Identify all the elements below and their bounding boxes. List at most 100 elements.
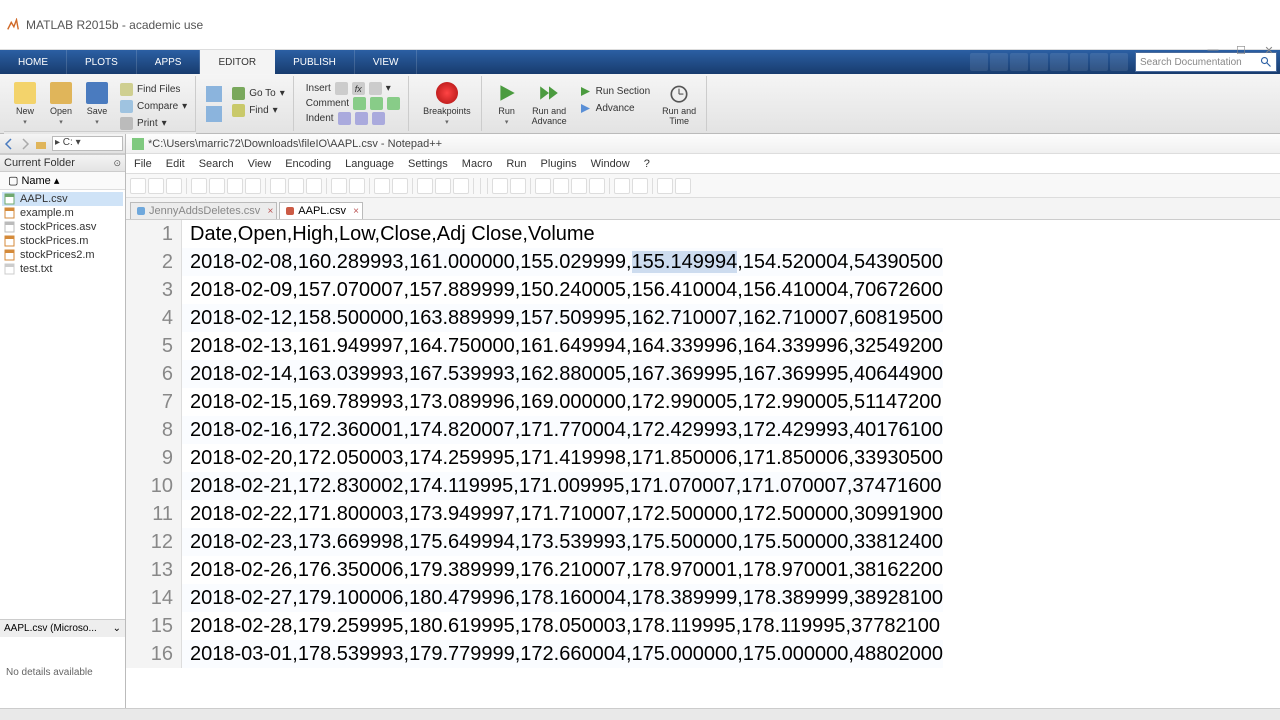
maximize-button[interactable]: ☐ xyxy=(1234,44,1248,57)
run-button[interactable]: Run▾ xyxy=(492,80,522,128)
menu-language[interactable]: Language xyxy=(345,158,394,170)
toolbar-icon[interactable] xyxy=(270,178,286,194)
tab-apps[interactable]: APPS xyxy=(137,50,201,74)
toolbar-icon[interactable] xyxy=(614,178,630,194)
toolbar-icon[interactable] xyxy=(166,178,182,194)
print-button[interactable]: Print ▾ xyxy=(118,116,189,131)
editor-line[interactable]: 22018-02-08,160.289993,161.000000,155.02… xyxy=(126,248,1280,276)
tab-view[interactable]: VIEW xyxy=(355,50,418,74)
toolbar-icon[interactable] xyxy=(510,178,526,194)
editor-line[interactable]: 42018-02-12,158.500000,163.889999,157.50… xyxy=(126,304,1280,332)
tab-editor[interactable]: EDITOR xyxy=(200,50,275,74)
menu-plugins[interactable]: Plugins xyxy=(541,158,577,170)
tab-close-icon[interactable]: × xyxy=(267,206,273,217)
qat-icon[interactable] xyxy=(970,53,988,71)
back-icon[interactable] xyxy=(2,137,16,151)
toolbar-icon[interactable] xyxy=(331,178,347,194)
editor-line[interactable]: 1Date,Open,High,Low,Close,Adj Close,Volu… xyxy=(126,220,1280,248)
file-item[interactable]: AAPL.csv xyxy=(2,192,123,206)
qat-icon[interactable] xyxy=(1010,53,1028,71)
find-button[interactable]: Find ▾ xyxy=(230,103,287,118)
tab-home[interactable]: HOME xyxy=(0,50,67,74)
tab-plots[interactable]: PLOTS xyxy=(67,50,137,74)
current-folder-header[interactable]: Current Folder⊙ xyxy=(0,154,125,172)
new-button[interactable]: New▾ xyxy=(10,80,40,128)
tab-publish[interactable]: PUBLISH xyxy=(275,50,355,74)
advance-button[interactable]: Advance xyxy=(577,101,652,116)
menu-settings[interactable]: Settings xyxy=(408,158,448,170)
file-item[interactable]: stockPrices2.m xyxy=(2,248,123,262)
toolbar-icon[interactable] xyxy=(675,178,691,194)
editor-line[interactable]: 32018-02-09,157.070007,157.889999,150.24… xyxy=(126,276,1280,304)
menu-window[interactable]: Window xyxy=(591,158,630,170)
save-button[interactable]: Save▾ xyxy=(82,80,112,128)
insert-button[interactable]: Insert fx▾ xyxy=(304,81,393,96)
toolbar-icon[interactable] xyxy=(245,178,261,194)
run-and-time-button[interactable]: Run and Time xyxy=(658,80,700,128)
run-section-button[interactable]: Run Section xyxy=(577,84,652,99)
menu-view[interactable]: View xyxy=(248,158,272,170)
toolbar-icon[interactable] xyxy=(392,178,408,194)
toolbar-icon[interactable] xyxy=(227,178,243,194)
toolbar-icon[interactable] xyxy=(589,178,605,194)
toolbar-icon[interactable] xyxy=(209,178,225,194)
editor-line[interactable]: 112018-02-22,171.800003,173.949997,171.7… xyxy=(126,500,1280,528)
qat-icon[interactable] xyxy=(1030,53,1048,71)
editor-line[interactable]: 102018-02-21,172.830002,174.119995,171.0… xyxy=(126,472,1280,500)
compare-button[interactable]: Compare ▾ xyxy=(118,99,189,114)
forward-icon[interactable] xyxy=(18,137,32,151)
menu-edit[interactable]: Edit xyxy=(166,158,185,170)
editor-line[interactable]: 142018-02-27,179.100006,180.479996,178.1… xyxy=(126,584,1280,612)
file-item[interactable]: example.m xyxy=(2,206,123,220)
toolbar-icon[interactable] xyxy=(349,178,365,194)
toolbar-icon[interactable] xyxy=(417,178,433,194)
qat-icon[interactable] xyxy=(990,53,1008,71)
editor-line[interactable]: 132018-02-26,176.350006,179.389999,176.2… xyxy=(126,556,1280,584)
run-and-advance-button[interactable]: Run and Advance xyxy=(528,80,571,128)
editor-line[interactable]: 82018-02-16,172.360001,174.820007,171.77… xyxy=(126,416,1280,444)
open-button[interactable]: Open▾ xyxy=(46,80,76,128)
menu-run[interactable]: Run xyxy=(506,158,526,170)
minimize-button[interactable]: — xyxy=(1206,44,1220,57)
menu-?[interactable]: ? xyxy=(644,158,650,170)
toolbar-icon[interactable] xyxy=(148,178,164,194)
menu-encoding[interactable]: Encoding xyxy=(285,158,331,170)
name-column-header[interactable]: ▢ Name ▴ xyxy=(0,172,125,190)
toolbar-icon[interactable] xyxy=(492,178,508,194)
toolbar-icon[interactable] xyxy=(288,178,304,194)
comment-button[interactable]: Comment xyxy=(304,96,402,111)
address-bar[interactable]: ▸ C: ▾ xyxy=(0,134,125,154)
menu-macro[interactable]: Macro xyxy=(462,158,493,170)
nav-fwd-icon[interactable] xyxy=(206,106,222,122)
editor-line[interactable]: 152018-02-28,179.259995,180.619995,178.0… xyxy=(126,612,1280,640)
qat-icon[interactable] xyxy=(1090,53,1108,71)
tab-close-icon[interactable]: × xyxy=(353,206,359,217)
qat-icon[interactable] xyxy=(1070,53,1088,71)
toolbar-icon[interactable] xyxy=(453,178,469,194)
find-files-button[interactable]: Find Files xyxy=(118,82,189,97)
toolbar-icon[interactable] xyxy=(571,178,587,194)
panel-collapse-icon[interactable]: ⊙ xyxy=(113,158,121,169)
file-item[interactable]: test.txt xyxy=(2,262,123,276)
toolbar-icon[interactable] xyxy=(553,178,569,194)
menu-search[interactable]: Search xyxy=(199,158,234,170)
editor-tab[interactable]: JennyAddsDeletes.csv× xyxy=(130,202,277,219)
editor-tab[interactable]: AAPL.csv× xyxy=(279,202,363,219)
qat-help-icon[interactable] xyxy=(1110,53,1128,71)
text-editor[interactable]: 1Date,Open,High,Low,Close,Adj Close,Volu… xyxy=(126,220,1280,708)
toolbar-icon[interactable] xyxy=(306,178,322,194)
file-item[interactable]: stockPrices.m xyxy=(2,234,123,248)
toolbar-icon[interactable] xyxy=(632,178,648,194)
editor-line[interactable]: 62018-02-14,163.039993,167.539993,162.88… xyxy=(126,360,1280,388)
editor-line[interactable]: 52018-02-13,161.949997,164.750000,161.64… xyxy=(126,332,1280,360)
toolbar-icon[interactable] xyxy=(191,178,207,194)
editor-line[interactable]: 72018-02-15,169.789993,173.089996,169.00… xyxy=(126,388,1280,416)
details-header[interactable]: AAPL.csv (Microso...⌄ xyxy=(0,619,125,637)
file-item[interactable]: stockPrices.asv xyxy=(2,220,123,234)
indent-button[interactable]: Indent xyxy=(304,111,387,126)
editor-line[interactable]: 122018-02-23,173.669998,175.649994,173.5… xyxy=(126,528,1280,556)
editor-line[interactable]: 162018-03-01,178.539993,179.779999,172.6… xyxy=(126,640,1280,668)
toolbar-icon[interactable] xyxy=(130,178,146,194)
goto-button[interactable]: Go To ▾ xyxy=(230,86,287,101)
toolbar-icon[interactable] xyxy=(535,178,551,194)
